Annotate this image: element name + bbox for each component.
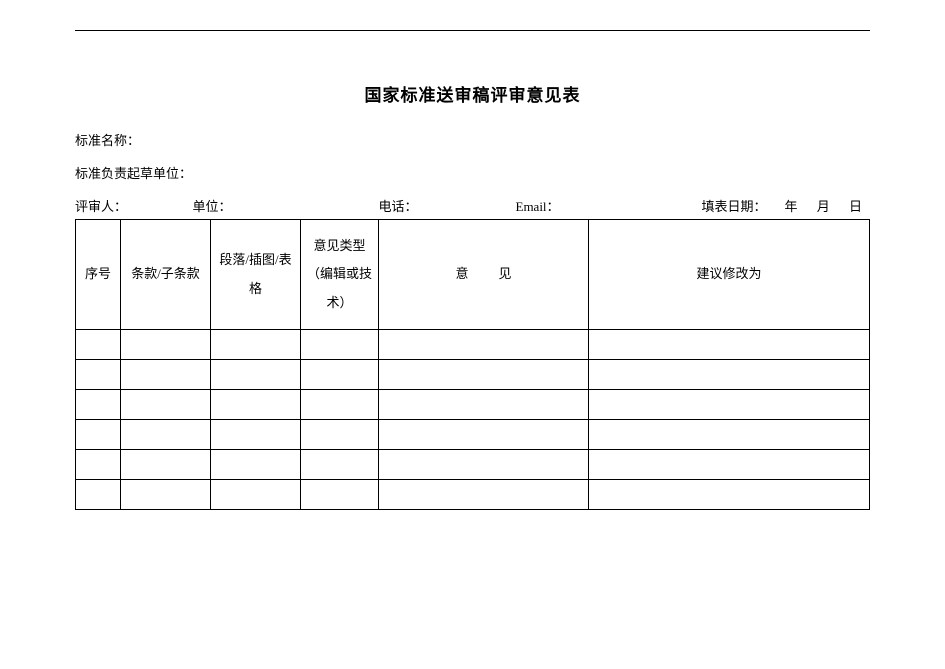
cell-type [301,330,379,360]
cell-clause [121,420,211,450]
document-title: 国家标准送审稿评审意见表 [75,81,870,106]
draft-unit-label: 标准负责起草单位： [75,166,192,181]
cell-opinion [379,450,589,480]
cell-index [76,450,121,480]
cell-index [76,360,121,390]
col-header-index: 序号 [76,220,121,330]
table-row [76,420,870,450]
cell-clause [121,390,211,420]
cell-type [301,420,379,450]
cell-opinion [379,390,589,420]
cell-clause [121,480,211,510]
table-header-row: 序号 条款/子条款 段落/插图/表格 意见类型（编辑或技术） 意见 建议修改为 [76,220,870,330]
cell-index [76,390,121,420]
reviewer-label: 评审人： [75,199,127,214]
col-header-opinion-text: 意见 [425,266,541,281]
table-row [76,360,870,390]
cell-type [301,390,379,420]
col-header-type: 意见类型（编辑或技术） [301,220,379,330]
cell-type [301,480,379,510]
cell-type [301,360,379,390]
cell-suggestion [589,450,870,480]
draft-unit-line: 标准负责起草单位： [75,163,870,182]
cell-clause [121,450,211,480]
cell-paragraph [211,360,301,390]
table-row [76,450,870,480]
email-label: Email： [516,199,560,214]
cell-opinion [379,420,589,450]
cell-index [76,420,121,450]
standard-name-label: 标准名称： [75,133,140,148]
col-header-clause: 条款/子条款 [121,220,211,330]
fill-date-value: 年 月 日 [785,196,871,215]
unit-label: 单位： [192,199,231,214]
cell-suggestion [589,390,870,420]
cell-opinion [379,480,589,510]
col-header-suggestion: 建议修改为 [589,220,870,330]
review-table: 序号 条款/子条款 段落/插图/表格 意见类型（编辑或技术） 意见 建议修改为 [75,219,870,510]
cell-suggestion [589,420,870,450]
cell-opinion [379,360,589,390]
fill-date-label: 填表日期： [701,196,766,215]
cell-index [76,480,121,510]
cell-paragraph [211,330,301,360]
cell-index [76,330,121,360]
table-row [76,480,870,510]
page: 国家标准送审稿评审意见表 标准名称： 标准负责起草单位： 评审人： 单位： 电话… [0,0,945,510]
phone-label: 电话： [378,199,417,214]
cell-paragraph [211,390,301,420]
top-divider [75,30,870,31]
col-header-opinion: 意见 [379,220,589,330]
standard-name-line: 标准名称： [75,130,870,149]
cell-clause [121,360,211,390]
cell-paragraph [211,480,301,510]
cell-paragraph [211,450,301,480]
reviewer-line: 评审人： 单位： 电话： Email： 填表日期： 年 月 日 [75,196,870,215]
cell-type [301,450,379,480]
cell-suggestion [589,360,870,390]
cell-opinion [379,330,589,360]
col-header-paragraph: 段落/插图/表格 [211,220,301,330]
cell-clause [121,330,211,360]
table-row [76,390,870,420]
cell-suggestion [589,480,870,510]
cell-suggestion [589,330,870,360]
table-row [76,330,870,360]
cell-paragraph [211,420,301,450]
